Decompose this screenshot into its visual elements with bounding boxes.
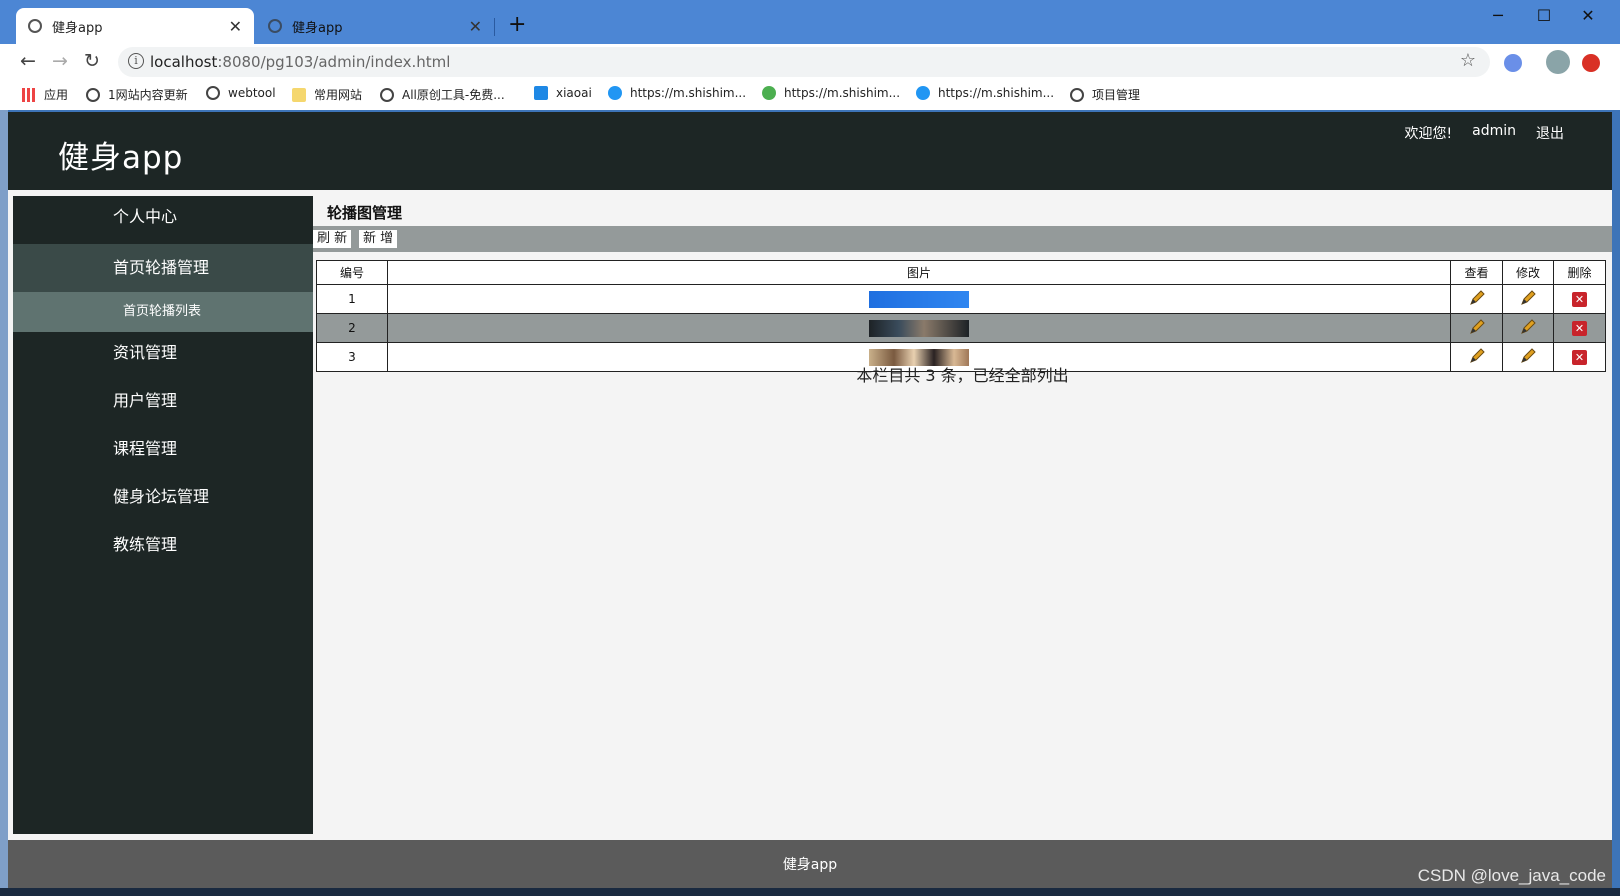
- p-logo-icon: [534, 86, 548, 100]
- sidebar: 个人中心 首页轮播管理 首页轮播列表 资讯管理 用户管理 课程管理 健身论坛管理…: [13, 196, 313, 834]
- carousel-thumbnail[interactable]: [869, 319, 969, 337]
- blue-c-icon: [608, 86, 622, 100]
- bookmark-item[interactable]: webtool: [206, 86, 276, 100]
- globe-icon: [268, 19, 282, 33]
- bookmark-item[interactable]: https://m.shishim...: [916, 86, 1054, 100]
- forward-icon[interactable]: →: [52, 50, 68, 72]
- app-footer: 健身app: [8, 840, 1612, 890]
- list-summary: 本栏目共 3 条，已经全部列出: [856, 366, 1069, 385]
- profile-avatar[interactable]: [1546, 50, 1570, 74]
- view-cell: [1450, 284, 1503, 314]
- tab-inactive[interactable]: 健身app ✕: [262, 8, 494, 44]
- table-header-row: 编号 图片 查看 修改 删除: [316, 260, 1606, 285]
- view-pencil-icon[interactable]: [1468, 289, 1486, 307]
- new-tab-icon[interactable]: +: [508, 12, 526, 37]
- reload-icon[interactable]: ↻: [84, 50, 100, 72]
- bookmark-item[interactable]: https://m.shishim...: [608, 86, 746, 100]
- wechat-icon: [762, 86, 776, 100]
- sidebar-item-users[interactable]: 用户管理: [13, 380, 313, 428]
- sidebar-item-carousel[interactable]: 首页轮播管理: [13, 244, 313, 292]
- view-pencil-icon[interactable]: [1468, 318, 1486, 336]
- edit-pencil-icon[interactable]: [1519, 318, 1537, 336]
- sidebar-item-coaches[interactable]: 教练管理: [13, 524, 313, 572]
- close-tab-icon[interactable]: ✕: [229, 17, 242, 36]
- bookmark-item[interactable]: All原创工具-免费...: [380, 86, 505, 103]
- row-image-cell: [387, 284, 1451, 314]
- globe-icon: [206, 86, 220, 100]
- apps-grid-icon: [22, 87, 36, 102]
- refresh-button[interactable]: 刷 新: [313, 230, 352, 248]
- bookmark-star-icon[interactable]: ☆: [1460, 50, 1476, 71]
- welcome-text: 欢迎您!: [1404, 126, 1453, 142]
- column-header-id: 编号: [316, 260, 388, 285]
- edit-cell: [1502, 313, 1554, 343]
- row-image-cell: [387, 313, 1451, 343]
- tab-separator: [494, 18, 495, 36]
- row-id: 2: [316, 313, 388, 343]
- logout-link[interactable]: 退出: [1536, 123, 1564, 143]
- view-cell: [1450, 313, 1503, 343]
- update-icon[interactable]: [1582, 54, 1600, 72]
- column-header-view: 查看: [1450, 260, 1503, 285]
- maximize-icon[interactable]: ☐: [1524, 4, 1564, 28]
- sidebar-item-news[interactable]: 资讯管理: [13, 332, 313, 380]
- sidebar-item-courses[interactable]: 课程管理: [13, 428, 313, 476]
- tab-title: 健身app: [52, 20, 103, 36]
- username[interactable]: admin: [1472, 123, 1516, 143]
- extension-icon[interactable]: [1504, 54, 1522, 72]
- add-button[interactable]: 新 增: [359, 230, 398, 248]
- info-icon[interactable]: i: [128, 53, 144, 69]
- globe-icon: [380, 87, 394, 102]
- app-page: 健身app 欢迎您! admin 退出 个人中心 首页轮播管理 首页轮播列表 资…: [8, 112, 1612, 890]
- bookmark-item[interactable]: xiaoai: [534, 86, 592, 100]
- bookmark-item[interactable]: 应用: [22, 86, 68, 103]
- table-row: 2 ✕: [316, 313, 1606, 343]
- minimize-icon[interactable]: ─: [1478, 4, 1518, 28]
- row-id: 1: [316, 284, 388, 314]
- sidebar-item-forum[interactable]: 健身论坛管理: [13, 476, 313, 524]
- bookmark-item[interactable]: https://m.shishim...: [762, 86, 900, 100]
- close-window-icon[interactable]: ✕: [1568, 4, 1608, 28]
- tab-title: 健身app: [292, 20, 343, 36]
- action-bar: 刷 新 新 增: [313, 226, 1612, 252]
- user-area: 欢迎您! admin 退出: [1405, 123, 1565, 143]
- browser-titlebar: 健身app ✕ 健身app ✕ + ─ ☐ ✕: [0, 0, 1620, 44]
- globe-icon: [1070, 87, 1084, 102]
- browser-toolbar: ← → ↻ i localhost:8080/pg103/admin/index…: [0, 44, 1620, 80]
- edit-pencil-icon[interactable]: [1519, 289, 1537, 307]
- bookmark-item[interactable]: 项目管理: [1070, 86, 1140, 103]
- sidebar-subitem-carousel-list[interactable]: 首页轮播列表: [13, 292, 313, 332]
- bookmark-item[interactable]: 常用网站: [292, 86, 362, 103]
- brand-title: 健身app: [58, 140, 184, 176]
- tab-active[interactable]: 健身app ✕: [16, 8, 254, 44]
- edit-cell: [1502, 284, 1554, 314]
- column-header-delete: 删除: [1553, 260, 1606, 285]
- bookmarks-bar: 应用 1网站内容更新 webtool 常用网站 All原创工具-免费... xi…: [0, 80, 1620, 110]
- taskbar-strip: [0, 888, 1620, 896]
- bookmark-item[interactable]: 1网站内容更新: [86, 86, 188, 103]
- watermark: CSDN @love_java_code: [1417, 866, 1606, 885]
- carousel-thumbnail[interactable]: [869, 290, 969, 308]
- app-header: 健身app 欢迎您! admin 退出: [8, 112, 1612, 190]
- close-tab-icon[interactable]: ✕: [469, 17, 482, 36]
- page-title: 轮播图管理: [327, 204, 403, 222]
- column-header-edit: 修改: [1502, 260, 1554, 285]
- delete-icon[interactable]: ✕: [1572, 320, 1587, 336]
- delete-cell: ✕: [1553, 284, 1606, 314]
- folder-icon: [292, 87, 306, 102]
- carousel-table: 编号 图片 查看 修改 删除 1 ✕ 2 ✕ 3 ✕: [316, 260, 1606, 372]
- globe-icon: [28, 19, 42, 33]
- main-content: 轮播图管理 刷 新 新 增 编号 图片 查看 修改 删除 1 ✕ 2 ✕ 3 ✕…: [313, 190, 1612, 834]
- delete-cell: ✕: [1553, 313, 1606, 343]
- table-row: 1 ✕: [316, 284, 1606, 314]
- delete-icon[interactable]: ✕: [1572, 291, 1587, 307]
- blue-c-icon: [916, 86, 930, 100]
- address-bar[interactable]: i localhost:8080/pg103/admin/index.html …: [118, 47, 1490, 77]
- sidebar-item-personal-center[interactable]: 个人中心: [13, 196, 313, 244]
- globe-icon: [86, 87, 100, 102]
- desktop-edge: [0, 110, 8, 896]
- column-header-image: 图片: [387, 260, 1451, 285]
- url-text[interactable]: localhost:8080/pg103/admin/index.html: [150, 53, 450, 71]
- back-icon[interactable]: ←: [20, 50, 36, 72]
